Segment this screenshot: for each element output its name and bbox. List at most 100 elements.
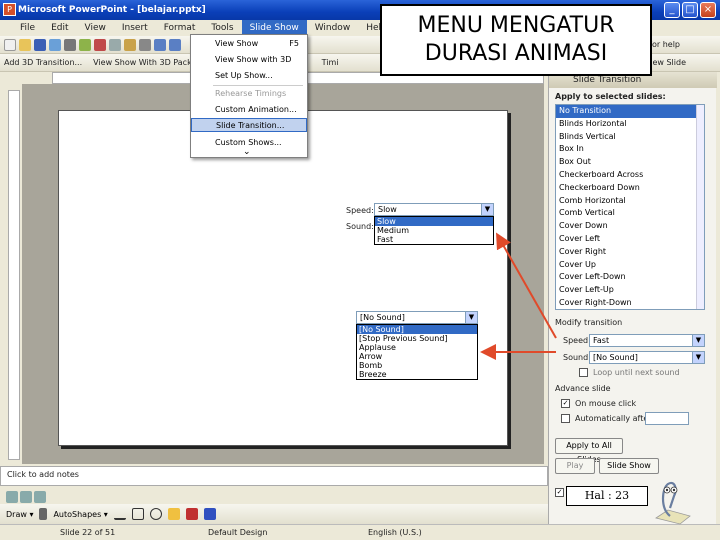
- menu-view[interactable]: View: [77, 20, 114, 36]
- menu-item-custom-animation[interactable]: Custom Animation...: [191, 103, 307, 117]
- shortcut-label: F5: [289, 39, 299, 48]
- undo-icon[interactable]: [154, 38, 166, 51]
- play-button[interactable]: Play: [555, 458, 595, 474]
- new-slide-button[interactable]: New Slide: [646, 58, 686, 67]
- slideshow-view-icon[interactable]: [34, 491, 46, 503]
- spelling-icon[interactable]: [79, 38, 91, 51]
- sound-option[interactable]: Arrow: [357, 352, 477, 361]
- ask-question-box[interactable]: for help: [649, 40, 680, 49]
- menu-item-view-show-3d[interactable]: View Show with 3D: [191, 53, 307, 67]
- speed-select[interactable]: Slow ▼: [374, 203, 494, 216]
- speed-option[interactable]: Slow: [375, 217, 493, 226]
- transition-item[interactable]: Cover Up: [556, 259, 696, 272]
- menu-window[interactable]: Window: [307, 20, 359, 36]
- speed-option[interactable]: Fast: [375, 235, 493, 244]
- transition-item[interactable]: Cover Right: [556, 246, 696, 259]
- on-mouse-click-checkbox[interactable]: ✓: [561, 399, 570, 408]
- sound-option[interactable]: [Stop Previous Sound]: [357, 334, 477, 343]
- redo-icon[interactable]: [169, 38, 181, 51]
- transition-item[interactable]: Box Out: [556, 156, 696, 169]
- speed-options-list[interactable]: Slow Medium Fast: [374, 216, 494, 245]
- transition-item[interactable]: Cover Down: [556, 220, 696, 233]
- email-icon[interactable]: [49, 38, 61, 51]
- transition-list-scrollbar[interactable]: [696, 105, 704, 309]
- notes-pane[interactable]: Click to add notes: [0, 466, 548, 486]
- slide-sorter-icon[interactable]: [20, 491, 32, 503]
- autoshapes-menu[interactable]: AutoShapes ▾: [53, 510, 107, 519]
- save-icon[interactable]: [34, 38, 46, 51]
- office-assistant-icon[interactable]: [650, 478, 692, 526]
- menu-item-rehearse-timings[interactable]: Rehearse Timings: [191, 87, 307, 101]
- menu-edit[interactable]: Edit: [43, 20, 76, 36]
- menu-insert[interactable]: Insert: [114, 20, 156, 36]
- auto-time-spinner[interactable]: [645, 412, 689, 425]
- transition-item[interactable]: Comb Vertical: [556, 207, 696, 220]
- transition-list[interactable]: No Transition Blinds Horizontal Blinds Ver…: [555, 104, 705, 310]
- format-painter-icon[interactable]: [139, 38, 151, 51]
- sound-options-list[interactable]: [No Sound] [Stop Previous Sound] Applaus…: [356, 324, 478, 380]
- line-icon[interactable]: [113, 508, 126, 520]
- transition-item[interactable]: Cover Left-Up: [556, 284, 696, 297]
- maximize-button[interactable]: □: [682, 2, 698, 18]
- transition-item[interactable]: No Transition: [556, 105, 696, 118]
- slide-show-menu: View Show F5 View Show with 3D Set Up Sh…: [190, 34, 308, 158]
- loop-checkbox[interactable]: [579, 368, 588, 377]
- oval-icon[interactable]: [149, 508, 162, 520]
- tp-speed-select[interactable]: Fast ▼: [589, 334, 705, 347]
- print-icon[interactable]: [64, 38, 76, 51]
- close-button[interactable]: ×: [700, 2, 716, 18]
- task-pane-title: Slide Transition: [573, 75, 642, 85]
- timings-button[interactable]: Timi: [322, 58, 339, 67]
- transition-item[interactable]: Checkerboard Across: [556, 169, 696, 182]
- sound-option[interactable]: [No Sound]: [357, 325, 477, 334]
- chevron-down-icon[interactable]: ▼: [692, 352, 704, 363]
- select-arrow-icon[interactable]: [39, 508, 48, 520]
- slide-show-button[interactable]: Slide Show: [599, 458, 659, 474]
- chevron-down-icon[interactable]: ▼: [481, 204, 493, 215]
- tp-sound-select[interactable]: [No Sound] ▼: [589, 351, 705, 364]
- open-icon[interactable]: [19, 38, 31, 51]
- modify-transition-label: Modify transition: [555, 318, 623, 327]
- expand-menu-icon[interactable]: ⌄: [243, 147, 251, 157]
- apply-to-selected-label: Apply to selected slides:: [555, 92, 666, 101]
- transition-item[interactable]: Cover Right-Down: [556, 297, 696, 309]
- chevron-down-icon[interactable]: ▼: [692, 335, 704, 346]
- transition-item[interactable]: Comb Horizontal: [556, 195, 696, 208]
- line-color-icon[interactable]: [185, 508, 198, 520]
- draw-menu[interactable]: Draw ▾: [6, 510, 33, 519]
- transition-item[interactable]: Blinds Horizontal: [556, 118, 696, 131]
- automatically-after-checkbox[interactable]: [561, 414, 570, 423]
- rectangle-icon[interactable]: [131, 508, 144, 520]
- copy-icon[interactable]: [109, 38, 121, 51]
- tp-speed-label: Speed:: [563, 336, 591, 345]
- transition-item[interactable]: Checkerboard Down: [556, 182, 696, 195]
- menu-item-slide-transition[interactable]: Slide Transition...: [191, 118, 307, 132]
- speed-option[interactable]: Medium: [375, 226, 493, 235]
- menu-file[interactable]: File: [12, 20, 43, 36]
- apply-to-all-slides-button[interactable]: Apply to All Slides: [555, 438, 623, 464]
- status-slide-number: Slide 22 of 51: [60, 528, 116, 537]
- menu-item-set-up-show[interactable]: Set Up Show...: [191, 69, 307, 83]
- transition-item[interactable]: Box In: [556, 143, 696, 156]
- cut-icon[interactable]: [94, 38, 106, 51]
- sound-option[interactable]: Bomb: [357, 361, 477, 370]
- minimize-button[interactable]: _: [664, 2, 680, 18]
- autopreview-checkbox[interactable]: ✓: [555, 488, 564, 497]
- sound-select[interactable]: [No Sound] ▼: [356, 311, 478, 324]
- chevron-down-icon[interactable]: ▼: [465, 312, 477, 323]
- paste-icon[interactable]: [124, 38, 136, 51]
- fill-color-icon[interactable]: [167, 508, 180, 520]
- window-title: Microsoft PowerPoint - [belajar.pptx]: [18, 5, 206, 15]
- sound-option[interactable]: Breeze: [357, 370, 477, 379]
- view-buttons-bar: [0, 490, 548, 504]
- slide-canvas[interactable]: [58, 110, 508, 446]
- normal-view-icon[interactable]: [6, 491, 18, 503]
- sound-option[interactable]: Applause: [357, 343, 477, 352]
- transition-item[interactable]: Cover Left-Down: [556, 271, 696, 284]
- add-3d-transition-button[interactable]: Add 3D Transition...: [4, 58, 82, 67]
- menu-item-view-show[interactable]: View Show F5: [191, 37, 307, 51]
- font-color-icon[interactable]: [203, 508, 216, 520]
- transition-item[interactable]: Cover Left: [556, 233, 696, 246]
- transition-item[interactable]: Blinds Vertical: [556, 131, 696, 144]
- new-icon[interactable]: [4, 38, 16, 51]
